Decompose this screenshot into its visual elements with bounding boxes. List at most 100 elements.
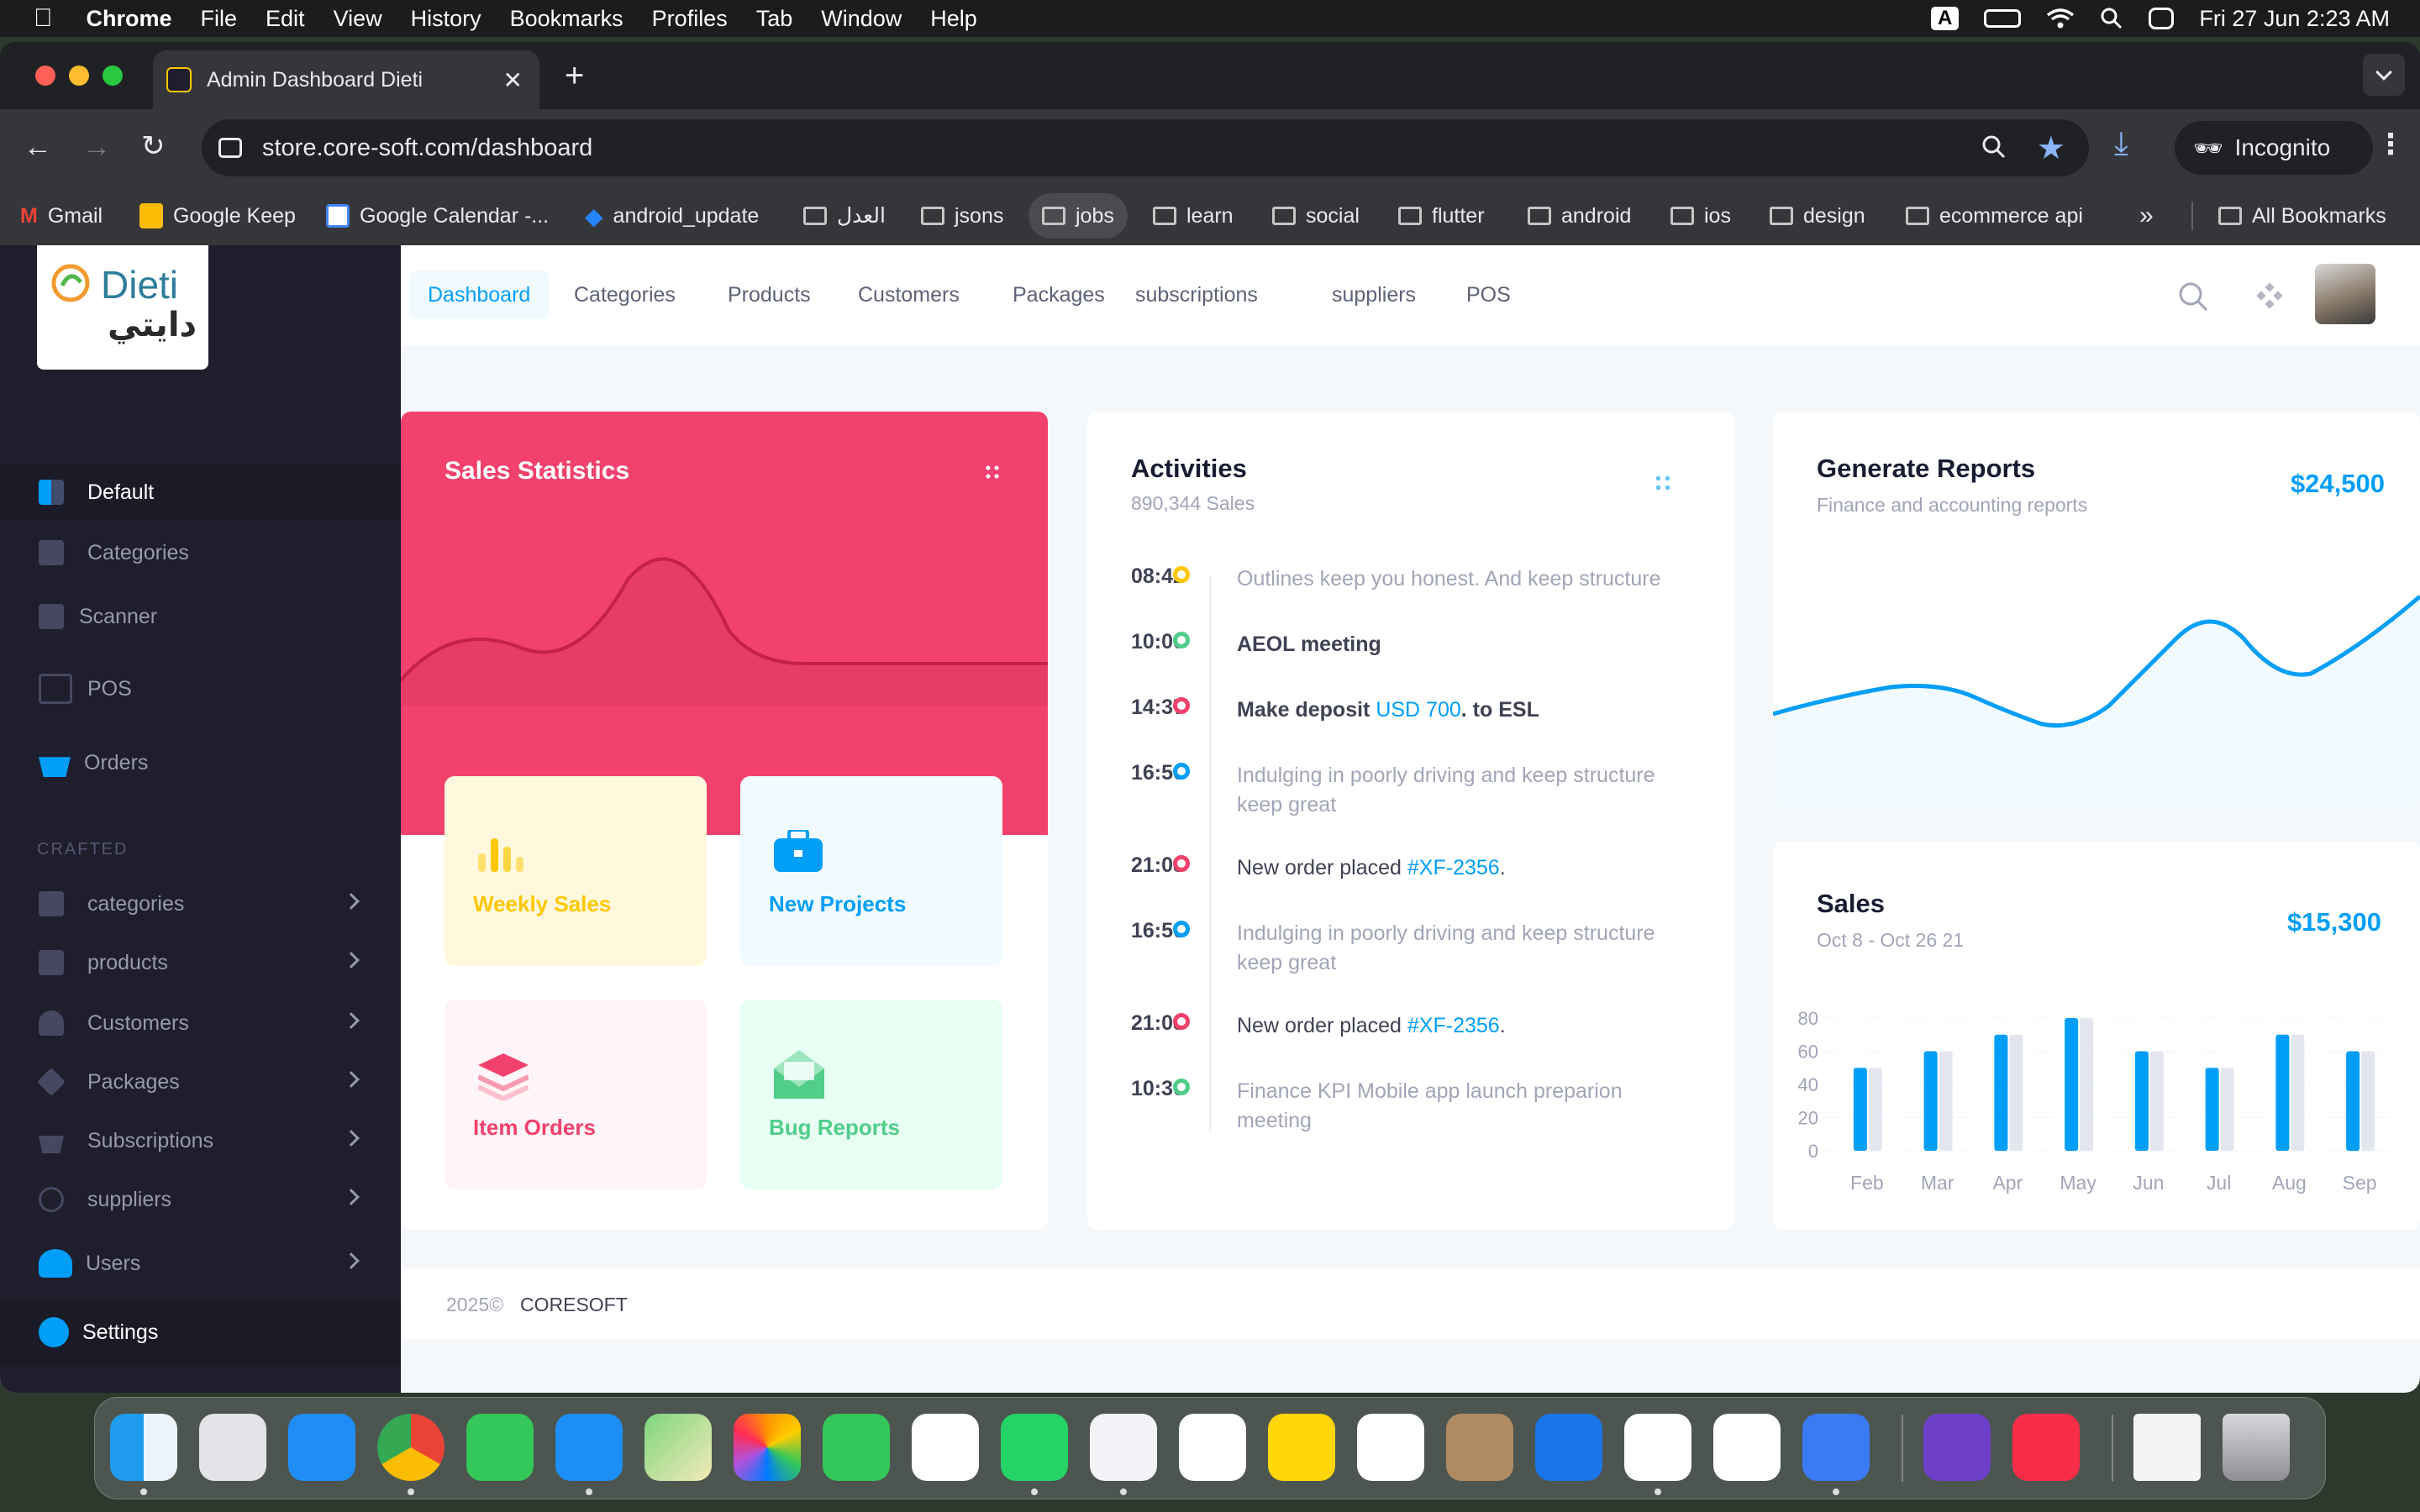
music-icon[interactable] [2012, 1414, 2080, 1481]
card-menu-icon[interactable] [984, 464, 1001, 480]
site-info-icon[interactable] [218, 138, 242, 158]
footer-brand[interactable]: CORESOFT [520, 1294, 628, 1316]
whatsapp-icon[interactable] [1001, 1414, 1068, 1481]
url-text[interactable]: store.core-soft.com/dashboard [262, 134, 592, 162]
reminders-icon[interactable] [1179, 1414, 1246, 1481]
sidebar-item-packages[interactable]: Packages [0, 1055, 401, 1109]
menu-app-name[interactable]: Chrome [87, 6, 172, 32]
sidebar-item-pos[interactable]: POS [0, 662, 401, 716]
nav-pos[interactable]: POS [1448, 270, 1529, 319]
bar-jul-series-1[interactable] [2205, 1068, 2219, 1151]
bookmark-folder-social[interactable]: social [1272, 186, 1360, 245]
bookmark-folder-jsons[interactable]: jsons [921, 186, 1003, 245]
sidebar-item-default[interactable]: Default [0, 465, 401, 519]
nav-suppliers[interactable]: suppliers [1313, 270, 1434, 319]
user-avatar[interactable] [2315, 264, 2375, 324]
bookmark-folder-aladl[interactable]: العدل [803, 186, 886, 245]
menu-history[interactable]: History [411, 6, 481, 32]
bar-may-series-1[interactable] [2065, 1018, 2079, 1151]
reload-icon[interactable]: ↻ [141, 129, 166, 163]
xcode-icon[interactable] [1535, 1414, 1602, 1481]
all-bookmarks-button[interactable]: All Bookmarks [2218, 186, 2386, 245]
bar-sep-series-1[interactable] [2346, 1051, 2360, 1152]
minimize-window-button[interactable] [69, 66, 89, 86]
app-logo[interactable]: Dieti دايتي [37, 245, 208, 370]
bar-jun-series-2[interactable] [2149, 1051, 2164, 1152]
tab-search-button[interactable] [2363, 54, 2405, 96]
bookmark-google-calendar[interactable]: Google Calendar -... [326, 186, 549, 245]
github-desktop-icon[interactable] [1923, 1414, 1991, 1481]
launchpad-icon[interactable] [199, 1414, 266, 1481]
dieti-document-icon[interactable] [2133, 1414, 2201, 1481]
menu-datetime[interactable]: Fri 27 Jun 2:23 AM [2199, 6, 2390, 32]
menu-window[interactable]: Window [821, 6, 902, 32]
bar-aug-series-2[interactable] [2291, 1034, 2305, 1151]
bar-feb-series-1[interactable] [1853, 1068, 1867, 1151]
sidebar-item-scanner[interactable]: Scanner [0, 590, 401, 643]
bar-mar-series-1[interactable] [1923, 1051, 1938, 1152]
zoom-window-button[interactable] [103, 66, 123, 86]
contacts-icon[interactable] [1446, 1414, 1513, 1481]
photos-icon[interactable] [734, 1414, 801, 1481]
download-icon[interactable]: ⤓ [2114, 126, 2128, 162]
sidebar-item-users[interactable]: Users [0, 1236, 401, 1290]
battery-icon[interactable] [1984, 9, 2022, 28]
browser-tab[interactable]: Admin Dashboard Dieti ✕ [153, 50, 539, 109]
bookmark-gmail[interactable]: M Gmail [20, 186, 103, 245]
nav-subscriptions[interactable]: subscriptions [1117, 270, 1276, 319]
card-menu-icon[interactable] [1654, 474, 1672, 492]
bar-jul-series-2[interactable] [2220, 1068, 2234, 1151]
bar-apr-series-1[interactable] [1994, 1034, 2008, 1151]
menu-profiles[interactable]: Profiles [652, 6, 728, 32]
spotlight-search-icon[interactable] [2100, 7, 2123, 30]
search-icon[interactable] [2177, 281, 2209, 312]
bookmark-android-update[interactable]: ◆ android_update [585, 186, 759, 245]
vscode-icon[interactable] [1713, 1414, 1781, 1481]
finder-icon[interactable] [110, 1414, 177, 1481]
deposit-link[interactable]: USD 700 [1376, 698, 1460, 722]
instruments-icon[interactable] [1090, 1414, 1157, 1481]
tile-bug-reports[interactable]: Bug Reports [740, 1000, 1002, 1189]
bar-may-series-2[interactable] [2080, 1018, 2094, 1151]
nav-products[interactable]: Products [709, 270, 829, 319]
bar-mar-series-2[interactable] [1939, 1051, 1953, 1152]
incognito-indicator[interactable]: 🕶 Incognito [2175, 121, 2373, 175]
sidebar-item-suppliers[interactable]: suppliers [0, 1173, 401, 1226]
menu-view[interactable]: View [334, 6, 382, 32]
bookmark-folder-ecommerce-api[interactable]: ecommerce api [1906, 186, 2083, 245]
simulator-icon[interactable] [1802, 1414, 1870, 1481]
sidebar-item-categories-crafted[interactable]: categories [0, 877, 401, 931]
tab-close-icon[interactable]: ✕ [503, 66, 523, 94]
bookmark-folder-learn[interactable]: learn [1153, 186, 1234, 245]
bookmark-folder-ios[interactable]: ios [1670, 186, 1731, 245]
sidebar-item-subscriptions[interactable]: Subscriptions [0, 1114, 401, 1168]
close-window-button[interactable] [35, 66, 55, 86]
menu-tab[interactable]: Tab [756, 6, 793, 32]
sidebar-item-orders[interactable]: Orders [0, 736, 401, 790]
nav-categories[interactable]: Categories [555, 270, 694, 319]
order-link[interactable]: #XF-2356 [1407, 1014, 1500, 1037]
maps-icon[interactable] [644, 1414, 712, 1481]
bookmark-star-icon[interactable]: ★ [2037, 129, 2065, 167]
nav-customers[interactable]: Customers [839, 270, 978, 319]
wifi-icon[interactable] [2046, 8, 2075, 29]
bookmark-google-keep[interactable]: Google Keep [139, 186, 296, 245]
bookmark-folder-jobs[interactable]: jobs [1028, 193, 1128, 239]
bar-sep-series-2[interactable] [2361, 1051, 2375, 1152]
apple-icon[interactable]:  [34, 4, 53, 33]
bookmark-folder-flutter[interactable]: flutter [1398, 186, 1485, 245]
calendar-icon[interactable] [912, 1414, 979, 1481]
trash-icon[interactable] [2223, 1414, 2290, 1481]
notes-icon[interactable] [1268, 1414, 1335, 1481]
nav-dashboard[interactable]: Dashboard [409, 270, 550, 319]
nav-packages[interactable]: Packages [994, 270, 1123, 319]
messages-icon[interactable] [466, 1414, 534, 1481]
chrome-icon[interactable] [377, 1414, 445, 1481]
freeform-icon[interactable] [1357, 1414, 1424, 1481]
app-store-icon[interactable] [288, 1414, 355, 1481]
bookmark-folder-design[interactable]: design [1770, 186, 1865, 245]
menu-help[interactable]: Help [930, 6, 977, 32]
forward-arrow-icon[interactable]: → [82, 131, 111, 164]
apps-grid-icon[interactable] [2256, 282, 2283, 309]
input-source-badge[interactable]: A [1931, 7, 1960, 30]
